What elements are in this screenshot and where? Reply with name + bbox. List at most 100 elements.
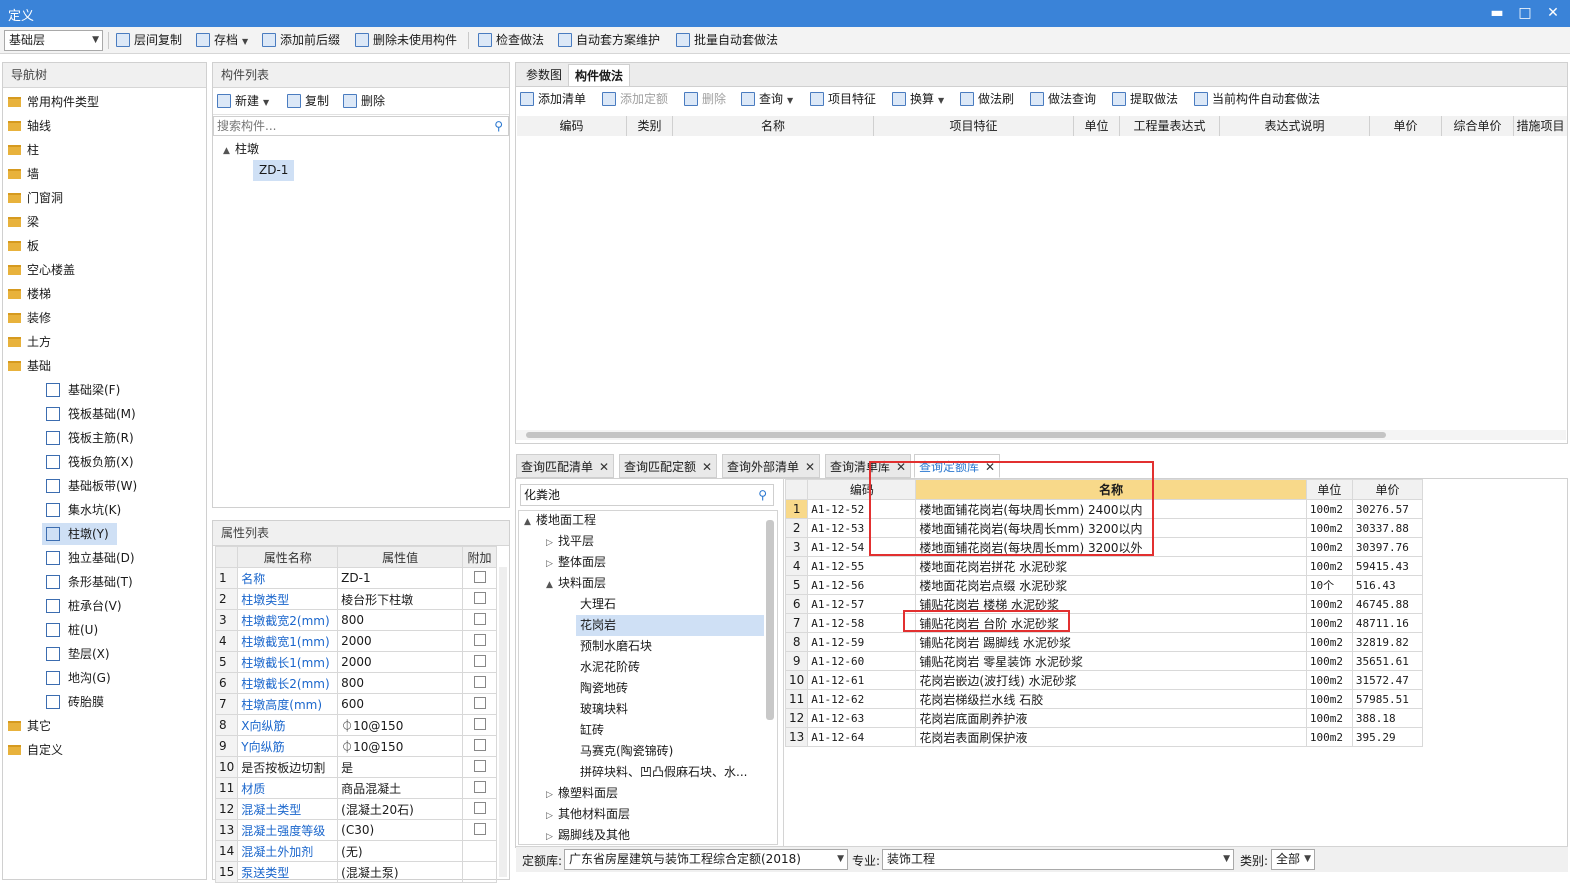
project-feature-button[interactable]: 项目特征 — [810, 89, 876, 110]
nav-item[interactable]: 门窗洞 — [8, 187, 63, 209]
query-tab[interactable]: 查询匹配清单 ✕ — [516, 454, 615, 478]
table-row[interactable]: 7 A1-12-58 铺贴花岗岩 台阶 水泥砂浆 100m2 48711.16 — [784, 613, 1424, 633]
property-value[interactable]: 棱台形下柱墩 — [337, 588, 464, 610]
quota-tree-node[interactable]: ▷ 橡塑料面层 — [546, 783, 618, 804]
nav-sub-item[interactable]: 筏板基础(M) — [42, 403, 144, 425]
close-button[interactable]: ✕ — [1542, 3, 1564, 23]
extra-checkbox[interactable] — [473, 759, 486, 772]
nav-item[interactable]: 其它 — [8, 715, 51, 737]
tab-component-method[interactable]: 构件做法 — [568, 64, 631, 86]
nav-sub-item[interactable]: 基础板带(W) — [42, 475, 145, 497]
table-row[interactable]: 12 A1-12-63 花岗岩底面刷养护液 100m2 388.18 — [784, 708, 1424, 728]
extra-checkbox[interactable] — [473, 654, 486, 667]
tree-scrollbar[interactable] — [766, 520, 774, 720]
property-row[interactable]: 1 名称 ZD-1 — [214, 567, 497, 589]
extra-checkbox[interactable] — [473, 675, 486, 688]
nav-item[interactable]: 柱 — [8, 139, 39, 161]
table-row[interactable]: 4 A1-12-55 楼地面花岗岩拼花 水泥砂浆 100m2 59415.43 — [784, 556, 1424, 576]
property-value[interactable]: ⏀10@150 — [337, 714, 464, 736]
nav-item[interactable]: 板 — [8, 235, 39, 257]
query-button[interactable]: 查询 ▼ — [741, 89, 793, 110]
column-header[interactable]: 项目特征 — [874, 116, 1074, 136]
properties-scrollbar[interactable] — [499, 567, 507, 877]
horizontal-scrollbar[interactable] — [516, 430, 1566, 440]
extra-checkbox[interactable] — [473, 801, 486, 814]
table-row[interactable]: 5 A1-12-56 楼地面花岗岩点缀 水泥砂浆 10个 516.43 — [784, 575, 1424, 595]
table-row[interactable]: 6 A1-12-57 铺贴花岗岩 楼梯 水泥砂浆 100m2 46745.88 — [784, 594, 1424, 614]
component-search-input[interactable]: 搜索构件... ⚲ — [213, 116, 509, 136]
add-bill-button[interactable]: 添加清单 — [520, 89, 586, 110]
quota-tree-node[interactable]: ▷ 整体面层 — [546, 552, 606, 573]
grid-header-unit[interactable]: 单位 — [1305, 479, 1353, 500]
quota-tree-node[interactable]: ▷ 踢脚线及其他 — [546, 825, 630, 846]
extra-checkbox[interactable] — [473, 696, 486, 709]
property-row[interactable]: 10 是否按板边切割是 — [214, 756, 497, 778]
expand-arrow-icon[interactable]: ▷ — [546, 827, 558, 848]
property-row[interactable]: 14 混凝土外加剂 (无) — [214, 840, 497, 862]
auto-apply-button[interactable]: 当前构件自动套做法 — [1194, 89, 1320, 110]
quota-tree-node[interactable]: ▷ 其他材料面层 — [546, 804, 630, 825]
check-method-button[interactable]: 检查做法 — [478, 30, 544, 51]
close-icon[interactable]: ✕ — [805, 460, 815, 474]
property-row[interactable]: 13 混凝土强度等级 (C30) — [214, 819, 497, 841]
property-row[interactable]: 2 柱墩类型 棱台形下柱墩 — [214, 588, 497, 610]
property-value[interactable]: (混凝土20石) — [337, 798, 464, 820]
nav-sub-item[interactable]: 垫层(X) — [42, 643, 118, 665]
nav-item[interactable]: 基础 — [8, 355, 51, 377]
expand-arrow-icon[interactable]: ▲ — [524, 512, 536, 533]
property-value[interactable]: 800 — [337, 672, 464, 694]
expand-arrow-icon[interactable]: ▲ — [546, 575, 558, 596]
query-tab[interactable]: 查询匹配定额 ✕ — [619, 454, 718, 478]
table-row[interactable]: 9 A1-12-60 铺贴花岗岩 零星装饰 水泥砂浆 100m2 35651.61 — [784, 651, 1424, 671]
column-header[interactable]: 工程量表达式 — [1120, 116, 1220, 136]
column-header[interactable]: 编码 — [517, 116, 627, 136]
property-value[interactable]: (C30) — [337, 819, 464, 841]
column-header[interactable]: 类别 — [627, 116, 673, 136]
expand-arrow-icon[interactable]: ▷ — [546, 554, 558, 575]
nav-sub-item[interactable]: 地沟(G) — [42, 667, 119, 689]
extra-checkbox[interactable] — [473, 570, 486, 583]
column-header[interactable]: 名称 — [673, 116, 874, 136]
extract-method-button[interactable]: 提取做法 — [1112, 89, 1178, 110]
column-header[interactable]: 综合单价 — [1442, 116, 1514, 136]
property-value[interactable]: (无) — [337, 840, 464, 862]
nav-item[interactable]: 楼梯 — [8, 283, 51, 305]
property-row[interactable]: 3 柱墩截宽2(mm) 800 — [214, 609, 497, 631]
property-row[interactable]: 4 柱墩截宽1(mm) 2000 — [214, 630, 497, 652]
table-row[interactable]: 8 A1-12-59 铺贴花岗岩 踢脚线 水泥砂浆 100m2 32819.82 — [784, 632, 1424, 652]
quota-tree-node[interactable]: 拼碎块料、凹凸假麻石块、水... — [576, 762, 747, 783]
column-header[interactable]: 表达式说明 — [1220, 116, 1370, 136]
quota-tree-node[interactable]: ▲ 楼地面工程 — [524, 510, 596, 531]
quota-tree-node[interactable]: 大理石 — [576, 594, 616, 615]
archive-button[interactable]: 存档 ▼ — [196, 30, 248, 51]
auto-scheme-button[interactable]: 自动套方案维护 — [558, 30, 660, 51]
query-tab[interactable]: 查询外部清单 ✕ — [722, 454, 821, 478]
component-tree-root[interactable]: ▲ 柱墩 — [223, 139, 259, 160]
batch-auto-button[interactable]: 批量自动套做法 — [676, 30, 778, 51]
extra-checkbox[interactable] — [473, 738, 486, 751]
quota-tree-node[interactable]: ▲ 块料面层 — [546, 573, 606, 594]
grid-header-price[interactable]: 单价 — [1351, 479, 1424, 500]
nav-sub-item[interactable]: 筏板主筋(R) — [42, 427, 142, 449]
close-icon[interactable]: ✕ — [702, 460, 712, 474]
copy-between-floors-button[interactable]: 层间复制 — [116, 30, 182, 51]
extra-checkbox[interactable] — [473, 780, 486, 793]
quota-tree-node[interactable]: 花岗岩 — [576, 615, 764, 636]
nav-sub-item[interactable]: 集水坑(K) — [42, 499, 129, 521]
property-row[interactable]: 8 X向纵筋 ⏀10@150 — [214, 714, 497, 736]
nav-item[interactable]: 轴线 — [8, 115, 51, 137]
column-header[interactable]: 单位 — [1074, 116, 1120, 136]
quota-tree-node[interactable]: ▷ 找平层 — [546, 531, 594, 552]
quota-tree-node[interactable]: 马赛克(陶瓷锦砖) — [576, 741, 673, 762]
nav-sub-item[interactable]: 柱墩(Y) — [42, 523, 117, 545]
nav-sub-item[interactable]: 独立基础(D) — [42, 547, 143, 569]
property-value[interactable]: 2000 — [337, 651, 464, 673]
method-query-button[interactable]: 做法查询 — [1030, 89, 1096, 110]
property-row[interactable]: 11 材质 商品混凝土 — [214, 777, 497, 799]
extra-checkbox[interactable] — [473, 612, 486, 625]
layer-select[interactable]: 基础层 ▼ — [4, 30, 103, 51]
property-row[interactable]: 6 柱墩截长2(mm) 800 — [214, 672, 497, 694]
extra-checkbox[interactable] — [473, 717, 486, 730]
nav-sub-item[interactable]: 条形基础(T) — [42, 571, 141, 593]
property-row[interactable]: 7 柱墩高度(mm) 600 — [214, 693, 497, 715]
